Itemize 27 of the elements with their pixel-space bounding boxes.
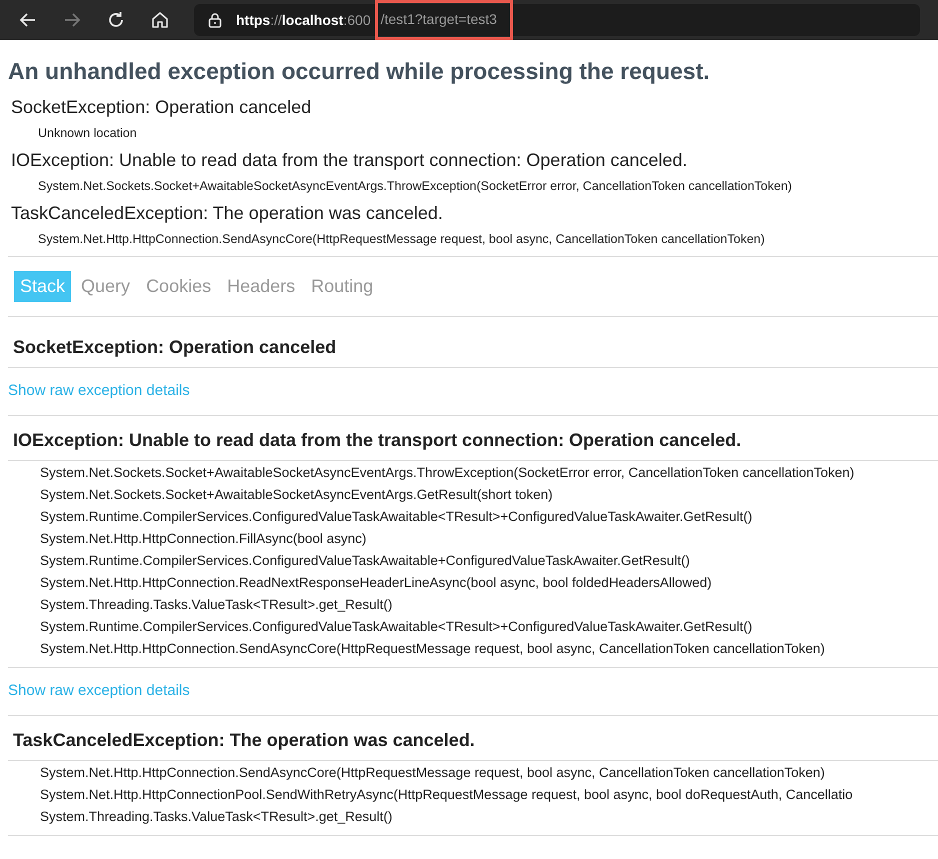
url-path-text: /test1?target=test3 <box>380 11 498 27</box>
stack-frame[interactable]: System.Runtime.CompilerServices.ConfiguredValueTaskAwaitable<TResult>+ConfiguredValueTaskAwaiter.GetResult() <box>8 505 938 527</box>
home-icon[interactable] <box>150 10 170 30</box>
exception-heading: IOException: Unable to read data from the transport connection: Operation canceled. <box>12 429 742 452</box>
stack-frame[interactable]: System.Net.Http.HttpConnectionPool.SendWithRetryAsync(HttpRequestMessage request, bool async, bool doRequestAuth, Cancellatio <box>8 783 938 805</box>
stack-frame[interactable]: System.Net.Http.HttpConnection.ReadNextResponseHeaderLineAsync(bool async, bool foldedHeadersAllowed) <box>8 571 938 593</box>
exception-location: System.Net.Http.HttpConnection.SendAsyncCore(HttpRequestMessage request, bool async, CancellationToken cancellationToken) <box>38 232 766 246</box>
stack-frame[interactable]: System.Runtime.CompilerServices.ConfiguredValueTaskAwaitable<TResult>+ConfiguredValueTaskAwaiter.GetResult() <box>8 615 938 637</box>
page-title: An unhandled exception occurred while processing the request. <box>8 58 711 85</box>
exception-heading: TaskCanceledException: The operation was canceled. <box>12 729 476 752</box>
stack-frame[interactable]: System.Net.Http.HttpConnection.SendAsyncCore(HttpRequestMessage request, bool async, CancellationToken cancellationToken) <box>8 637 938 659</box>
stack-frame[interactable]: System.Net.Http.HttpConnection.SendAsyncCore(HttpRequestMessage request, bool async, CancellationToken cancellationToken) <box>8 761 938 783</box>
exception-type: SocketException: Operation canceled <box>11 97 312 118</box>
stack-frame[interactable]: System.Threading.Tasks.ValueTask<TResult>.get_Result() <box>8 593 938 615</box>
lock-icon <box>208 12 222 28</box>
url-text: https://localhost:600 <box>236 12 371 28</box>
exception-type: TaskCanceledException: The operation was canceled. <box>11 203 444 224</box>
exception-type: IOException: Unable to read data from the transport connection: Operation canceled. <box>11 150 688 171</box>
stack-frame[interactable]: System.Net.Sockets.Socket+AwaitableSocketAsyncEventArgs.GetResult(short token) <box>8 483 938 505</box>
reload-icon[interactable] <box>106 10 126 30</box>
stack-frame[interactable]: System.Runtime.CompilerServices.ConfiguredValueTaskAwaitable+ConfiguredValueTaskAwaiter.GetResult() <box>8 549 938 571</box>
exception-location: Unknown location <box>38 126 138 140</box>
exception-heading: SocketException: Operation canceled <box>12 336 338 359</box>
exception-location: System.Net.Sockets.Socket+AwaitableSocketAsyncEventArgs.ThrowException(SocketError error, CancellationToken cancellationToken) <box>38 179 793 193</box>
stack-frame[interactable]: System.Net.Http.HttpConnection.FillAsync(bool async) <box>8 527 938 549</box>
stack-frame[interactable]: System.Threading.Tasks.ValueTask<TResult>.get_Result() <box>8 805 938 827</box>
stack-frame[interactable]: System.Net.Sockets.Socket+AwaitableSocketAsyncEventArgs.ThrowException(SocketError error, CancellationToken cancellationToken) <box>8 461 938 483</box>
